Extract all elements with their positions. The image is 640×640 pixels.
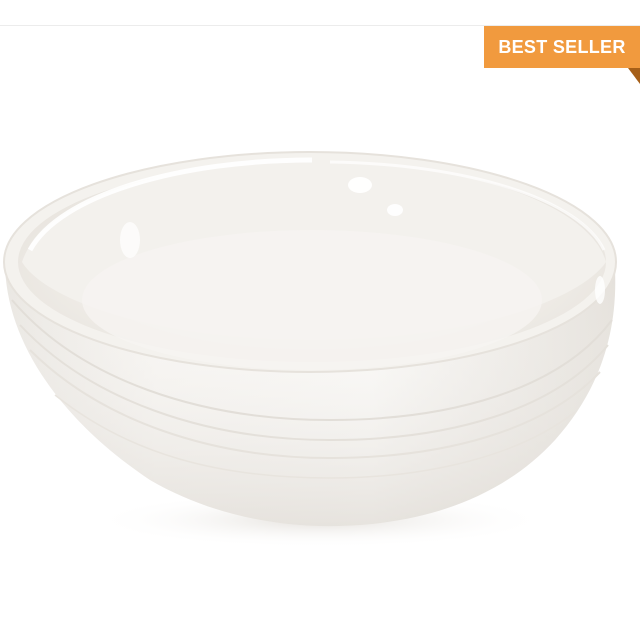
product-card: BEST SELLER <box>0 0 640 640</box>
best-seller-badge: BEST SELLER <box>484 26 640 68</box>
best-seller-label: BEST SELLER <box>498 36 626 57</box>
badge-fold-corner <box>628 68 640 84</box>
bowl-image[interactable] <box>0 0 640 640</box>
